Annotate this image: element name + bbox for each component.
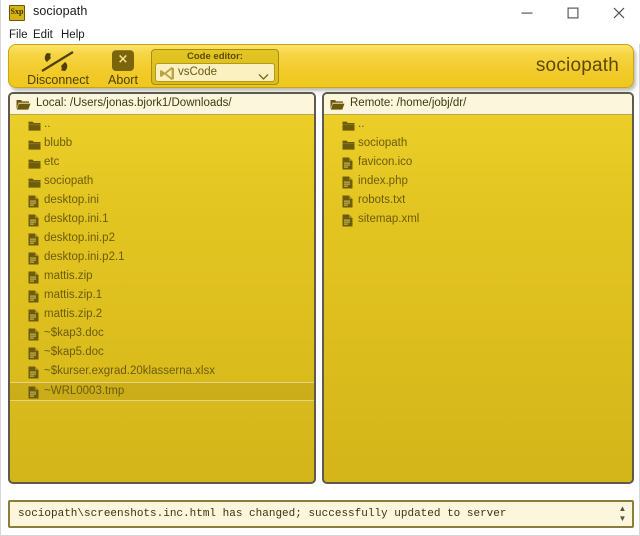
abort-label: Abort — [108, 73, 138, 87]
file-icon — [28, 386, 39, 404]
toolbar: Disconnect × Abort Code editor: vsCode s… — [8, 44, 634, 88]
file-row[interactable]: desktop.ini.p2 — [10, 230, 314, 249]
file-row[interactable]: mattis.zip.2 — [10, 306, 314, 325]
local-file-list[interactable]: .. blubb etc sociopath desktop.ini desktop.in… — [10, 116, 314, 482]
app-wordmark: sociopath — [535, 55, 619, 76]
abort-glyph: × — [117, 52, 129, 67]
maximize-button[interactable] — [550, 0, 595, 26]
close-button[interactable] — [596, 0, 640, 26]
file-row[interactable]: mattis.zip — [10, 268, 314, 287]
file-name: desktop.ini.p2.1 — [44, 251, 125, 263]
file-name: mattis.zip.1 — [44, 289, 103, 301]
file-row[interactable]: desktop.ini — [10, 192, 314, 211]
file-row[interactable]: mattis.zip.1 — [10, 287, 314, 306]
file-name: etc — [44, 156, 60, 168]
status-bar: sociopath\screenshots.inc.html has chang… — [8, 500, 634, 528]
status-scroll-spinner[interactable]: ▲ ▼ — [616, 504, 629, 524]
vscode-icon — [159, 66, 175, 86]
file-name: ~$kurser.exgrad.20klasserna.xlsx — [44, 365, 215, 377]
remote-panel-header: Remote: /home/jobj/dr/ — [324, 94, 632, 115]
window-title: sociopath — [33, 4, 88, 18]
app-icon: Sxp — [9, 5, 25, 21]
file-name: desktop.ini — [44, 194, 99, 206]
file-row[interactable]: ~WRL0003.tmp — [10, 382, 314, 401]
file-name: mattis.zip — [44, 270, 93, 282]
menu-item-edit[interactable]: Edit — [30, 27, 56, 43]
local-files-panel: Local: /Users/jonas.bjork1/Downloads/ ..… — [8, 92, 316, 484]
app-icon-glyph: Sxp — [10, 7, 24, 16]
file-name: sitemap.xml — [358, 213, 420, 225]
file-name: index.php — [358, 175, 408, 187]
file-row[interactable]: blubb — [10, 135, 314, 154]
disconnect-label: Disconnect — [27, 73, 89, 87]
code-editor-label: Code editor: — [187, 51, 243, 62]
status-message: sociopath\screenshots.inc.html has chang… — [18, 508, 507, 520]
local-panel-header: Local: /Users/jonas.bjork1/Downloads/ — [10, 94, 314, 115]
title-bar: Sxp sociopath — [1, 0, 640, 26]
minimize-button[interactable] — [504, 0, 549, 26]
menu-item-help[interactable]: Help — [58, 27, 88, 43]
file-name: desktop.ini.p2 — [44, 232, 115, 244]
file-name: blubb — [44, 137, 73, 149]
remote-file-list[interactable]: .. sociopath favicon.ico index.php robots.tx… — [324, 116, 632, 482]
remote-files-panel: Remote: /home/jobj/dr/ .. sociopath favico… — [322, 92, 634, 484]
abort-button[interactable]: × Abort — [101, 46, 145, 88]
file-name: favicon.ico — [358, 156, 413, 168]
file-row[interactable]: sociopath — [324, 135, 632, 154]
menu-item-file[interactable]: File — [6, 27, 31, 43]
file-name: ~$kap3.doc — [44, 327, 104, 339]
abort-icon: × — [112, 50, 134, 71]
file-row[interactable]: desktop.ini.p2.1 — [10, 249, 314, 268]
file-row[interactable]: favicon.ico — [324, 154, 632, 173]
file-row[interactable]: etc — [10, 154, 314, 173]
file-name: sociopath — [44, 175, 94, 187]
local-path-text: Local: /Users/jonas.bjork1/Downloads/ — [36, 97, 232, 109]
remote-path-text: Remote: /home/jobj/dr/ — [350, 97, 467, 109]
open-folder-icon — [16, 98, 31, 116]
code-editor-value: vsCode — [178, 66, 217, 78]
scroll-up-icon[interactable]: ▲ — [616, 504, 629, 513]
scroll-down-icon[interactable]: ▼ — [616, 514, 629, 523]
disconnect-button[interactable]: Disconnect — [17, 46, 99, 88]
file-row[interactable]: desktop.ini.1 — [10, 211, 314, 230]
file-name: desktop.ini.1 — [44, 213, 109, 225]
file-row[interactable]: ~$kurser.exgrad.20klasserna.xlsx — [10, 363, 314, 382]
menu-bar: File Edit Help — [1, 26, 640, 44]
file-row[interactable]: sitemap.xml — [324, 211, 632, 230]
file-row[interactable]: robots.txt — [324, 192, 632, 211]
file-name: ~WRL0003.tmp — [44, 385, 125, 397]
file-name: mattis.zip.2 — [44, 308, 103, 320]
open-folder-icon — [330, 98, 345, 116]
code-editor-group: Code editor: vsCode — [151, 49, 279, 85]
file-row[interactable]: .. — [10, 116, 314, 135]
file-row[interactable]: .. — [324, 116, 632, 135]
file-name: sociopath — [358, 137, 408, 149]
code-editor-select[interactable]: vsCode — [155, 63, 275, 82]
file-row[interactable]: index.php — [324, 173, 632, 192]
application-window: Sxp sociopath File Edit Help Disconnect … — [0, 0, 640, 536]
file-row[interactable]: sociopath — [10, 173, 314, 192]
file-icon — [342, 214, 353, 232]
file-name: .. — [358, 118, 365, 130]
chevron-down-icon — [258, 68, 269, 86]
file-name: .. — [44, 118, 51, 130]
file-row[interactable]: ~$kap5.doc — [10, 344, 314, 363]
file-name: ~$kap5.doc — [44, 346, 104, 358]
file-row[interactable]: ~$kap3.doc — [10, 325, 314, 344]
file-name: robots.txt — [358, 194, 406, 206]
app-body: Disconnect × Abort Code editor: vsCode s… — [2, 44, 639, 534]
